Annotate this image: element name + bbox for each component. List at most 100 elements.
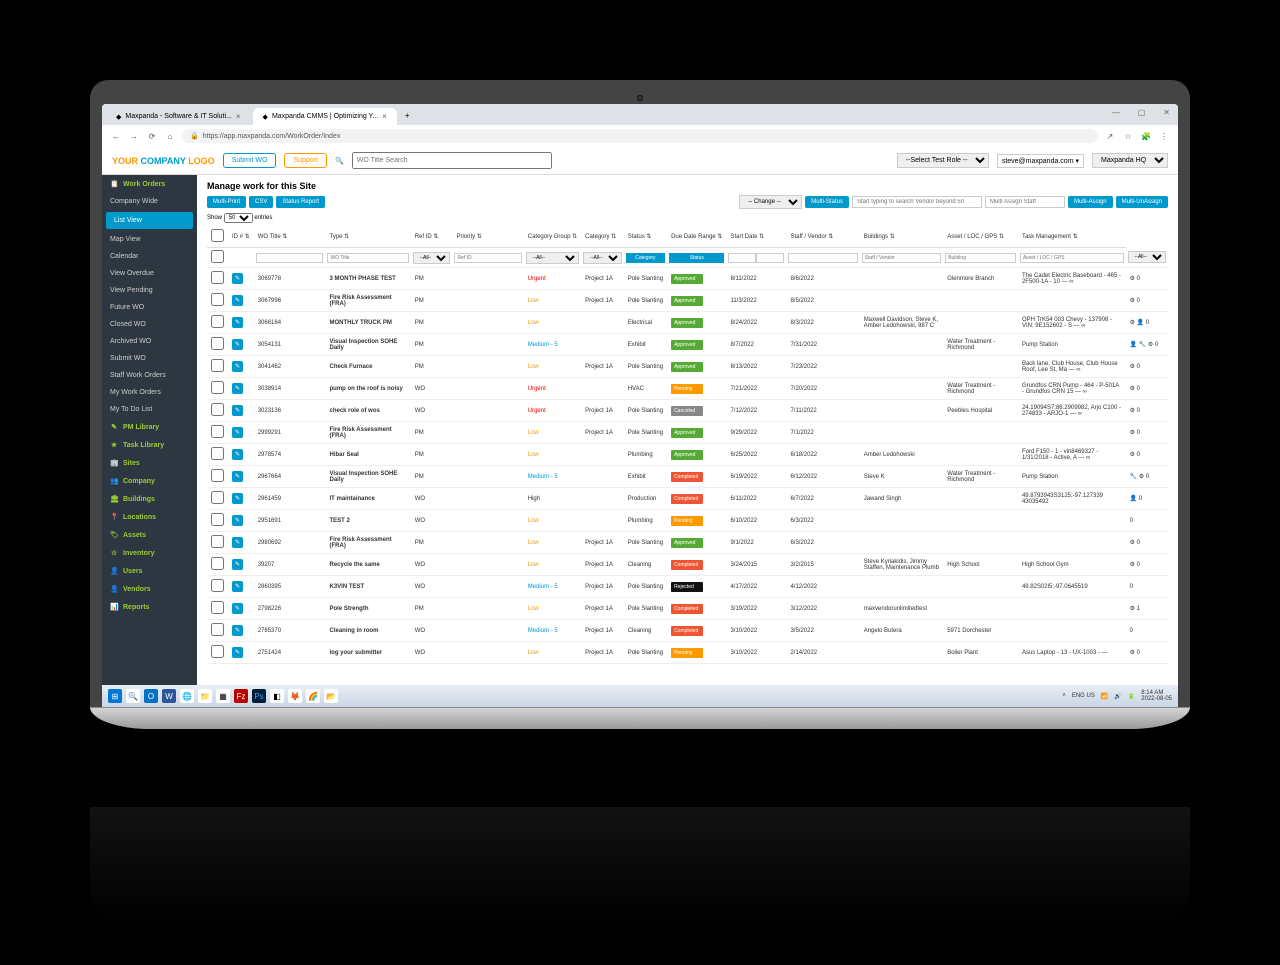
sidebar-item[interactable]: Submit WO (102, 350, 197, 367)
column-header[interactable]: Priority ⇅ (452, 226, 523, 248)
sidebar-item[interactable]: Map View (102, 231, 197, 248)
home-icon[interactable]: ⌂ (164, 130, 176, 142)
filter-id-input[interactable] (256, 253, 324, 263)
row-checkbox[interactable] (211, 513, 224, 526)
sidebar-item[interactable]: Staff Work Orders (102, 367, 197, 384)
support-button[interactable]: Support (284, 153, 327, 168)
row-checkbox[interactable] (211, 645, 224, 658)
sidebar-item[interactable]: Future WO (102, 299, 197, 316)
edit-icon[interactable]: ✎ (232, 537, 243, 548)
multi-status-button[interactable]: Multi-Status (805, 196, 849, 208)
column-header[interactable]: Staff / Vendor ⇅ (786, 226, 859, 248)
edit-icon[interactable]: ✎ (232, 383, 243, 394)
window-maximize-icon[interactable]: ▢ (1134, 108, 1150, 125)
sidebar-item[interactable]: Calendar (102, 248, 197, 265)
search-taskbar-icon[interactable]: 🔍 (126, 689, 140, 703)
close-icon[interactable]: × (382, 112, 387, 121)
wo-title-search-input[interactable] (352, 152, 552, 169)
filter-group-select[interactable]: --All-- (583, 252, 622, 264)
edit-icon[interactable]: ✎ (232, 493, 243, 504)
edit-icon[interactable]: ✎ (232, 405, 243, 416)
tray-volume-icon[interactable]: 🔊 (1114, 693, 1121, 700)
filter-asset-input[interactable] (1020, 253, 1124, 263)
filezilla-icon[interactable]: Fz (234, 689, 248, 703)
column-header[interactable]: WO Title ⇅ (254, 226, 326, 248)
column-header[interactable]: Due Date Range ⇅ (667, 226, 726, 248)
reload-icon[interactable]: ⟳ (146, 130, 158, 142)
sidebar-item[interactable]: 📋Work Orders (102, 175, 197, 193)
edit-icon[interactable]: ✎ (232, 361, 243, 372)
filter-category-button[interactable]: Category (626, 253, 665, 263)
tray-lang[interactable]: ENG US (1072, 693, 1095, 699)
row-checkbox[interactable] (211, 315, 224, 328)
site-select[interactable]: Maxpanda HQ (1092, 153, 1168, 168)
row-checkbox[interactable] (211, 447, 224, 460)
row-checkbox[interactable] (211, 623, 224, 636)
sidebar-item[interactable]: 👥Company (102, 472, 197, 490)
row-checkbox[interactable] (211, 293, 224, 306)
column-header[interactable]: ID # ⇅ (228, 226, 254, 248)
change-select[interactable]: -- Change -- (739, 195, 802, 209)
bookmark-icon[interactable]: ☆ (1122, 130, 1134, 142)
column-header[interactable]: Category Group ⇅ (524, 226, 581, 248)
row-checkbox[interactable] (211, 425, 224, 438)
filter-type-select[interactable]: --All-- (413, 252, 451, 264)
firefox-icon[interactable]: 🦊 (288, 689, 302, 703)
column-header[interactable]: Ref ID ⇅ (411, 226, 453, 248)
edit-icon[interactable]: ✎ (232, 295, 243, 306)
staff-assign-input[interactable] (985, 196, 1065, 208)
column-header[interactable]: Asset / LOC / GPS ⇅ (943, 226, 1018, 248)
sidebar-item[interactable]: View Overdue (102, 265, 197, 282)
entries-count-select[interactable]: 50 (224, 213, 253, 223)
filter-start-input[interactable] (788, 253, 857, 263)
tray-battery-icon[interactable]: 🔋 (1128, 693, 1135, 700)
row-checkbox[interactable] (211, 359, 224, 372)
filter-title-input[interactable] (327, 253, 408, 263)
chrome-icon[interactable]: 🌈 (306, 689, 320, 703)
row-checkbox[interactable] (211, 381, 224, 394)
tray-clock[interactable]: 8:14 AM2022-08-05 (1141, 690, 1172, 702)
sidebar-item[interactable]: Closed WO (102, 316, 197, 333)
filter-staff-input[interactable] (862, 253, 942, 263)
back-icon[interactable]: ← (110, 130, 122, 142)
sidebar-item[interactable]: 🏛Buildings (102, 490, 197, 508)
sidebar-item[interactable]: My To Do List (102, 401, 197, 418)
close-icon[interactable]: × (236, 112, 241, 121)
edit-icon[interactable]: ✎ (232, 515, 243, 526)
filter-due-from[interactable] (728, 253, 756, 263)
menu-icon[interactable]: ⋮ (1158, 130, 1170, 142)
edit-icon[interactable]: ✎ (232, 581, 243, 592)
submit-wo-button[interactable]: Submit WO (223, 153, 277, 168)
edit-icon[interactable]: ✎ (232, 559, 243, 570)
column-header[interactable]: Task Management ⇅ (1018, 226, 1126, 248)
row-checkbox[interactable] (211, 469, 224, 482)
extensions-icon[interactable]: 🧩 (1140, 130, 1152, 142)
sidebar-item[interactable]: 👤Users (102, 562, 197, 580)
sidebar-item[interactable]: 🏷Assets (102, 526, 197, 544)
csv-button[interactable]: CSV (249, 196, 273, 208)
column-header[interactable]: Category ⇅ (581, 226, 624, 248)
vendor-search-input[interactable] (852, 196, 982, 208)
select-all-checkbox-header[interactable] (211, 229, 224, 242)
browser-tab-1[interactable]: ◆ Maxpanda - Software & IT Soluti... × (106, 108, 251, 125)
edit-icon[interactable]: ✎ (232, 647, 243, 658)
row-checkbox[interactable] (211, 491, 224, 504)
sidebar-item[interactable]: ★Task Library (102, 436, 197, 454)
row-checkbox[interactable] (211, 535, 224, 548)
multi-print-button[interactable]: Multi-Print (207, 196, 246, 208)
folder-icon[interactable]: 📂 (324, 689, 338, 703)
sidebar-item[interactable]: My Work Orders (102, 384, 197, 401)
row-checkbox[interactable] (211, 337, 224, 350)
sidebar-item[interactable]: 📍Locations (102, 508, 197, 526)
window-close-icon[interactable]: ✕ (1159, 108, 1174, 125)
column-header[interactable]: Status ⇅ (624, 226, 667, 248)
new-tab-button[interactable]: + (399, 108, 416, 125)
status-report-button[interactable]: Status Report (276, 196, 325, 208)
filter-status-button[interactable]: Status (669, 253, 724, 263)
row-checkbox[interactable] (211, 557, 224, 570)
edge-icon[interactable]: 🌐 (180, 689, 194, 703)
tray-wifi-icon[interactable]: 📶 (1101, 693, 1108, 700)
select-all-checkbox[interactable] (209, 250, 226, 263)
explorer-icon[interactable]: 📁 (198, 689, 212, 703)
filter-due-to[interactable] (756, 253, 784, 263)
